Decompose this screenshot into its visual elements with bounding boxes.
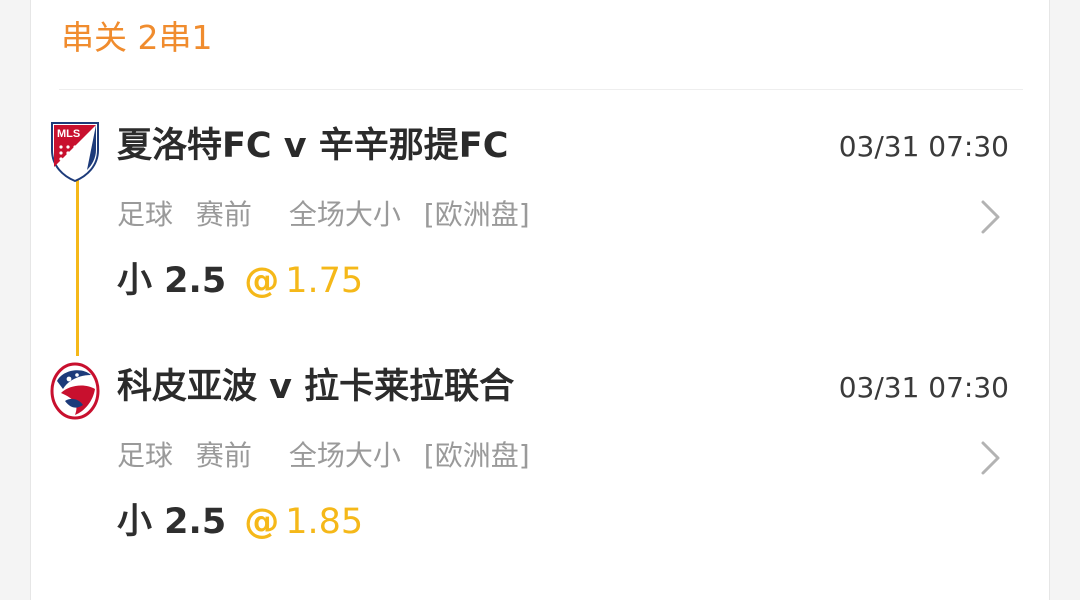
at-symbol: @	[244, 502, 280, 542]
chevron-right-icon[interactable]	[979, 198, 1003, 236]
selection-row: 小 2.5 @1.75	[117, 258, 363, 304]
market-label: 全场大小	[288, 198, 401, 231]
selection-row: 小 2.5 @1.85	[117, 499, 363, 545]
bet-item[interactable]: 科皮亚波 v 拉卡莱拉联合 03/31 07:30 足球 赛前 全场大小 [欧洲…	[31, 359, 1051, 599]
parlay-type-title: 串关 2串1	[61, 18, 213, 57]
chevron-right-icon[interactable]	[979, 439, 1003, 477]
odds-value: 1.75	[285, 261, 364, 301]
stage-label: 赛前	[195, 198, 252, 231]
parlay-card: 串关 2串1 MLS 夏洛特FC v 辛辛那提FC 03/31 07:30 足球…	[30, 0, 1050, 600]
at-symbol: @	[244, 261, 280, 301]
match-title: 夏洛特FC v 辛辛那提FC	[117, 126, 509, 166]
match-time: 03/31 07:30	[838, 130, 1009, 163]
header-divider	[59, 89, 1023, 90]
sport-label: 足球	[117, 439, 174, 472]
mls-logo-icon: MLS	[49, 120, 101, 182]
match-time: 03/31 07:30	[838, 371, 1009, 404]
selection-label: 小 2.5	[117, 502, 227, 542]
market-label: 全场大小	[288, 439, 401, 472]
odds-format-label: [欧洲盘]	[423, 439, 530, 472]
match-title: 科皮亚波 v 拉卡莱拉联合	[117, 367, 515, 407]
bet-item[interactable]: MLS 夏洛特FC v 辛辛那提FC 03/31 07:30 足球 赛前 全场大…	[31, 118, 1051, 358]
odds-format-label: [欧洲盘]	[423, 198, 530, 231]
bet-meta: 足球 赛前 全场大小 [欧洲盘]	[117, 196, 530, 234]
selection-label: 小 2.5	[117, 261, 227, 301]
stage-label: 赛前	[195, 439, 252, 472]
usl-logo-icon	[49, 361, 101, 423]
sport-label: 足球	[117, 198, 174, 231]
svg-text:MLS: MLS	[57, 128, 80, 140]
bet-meta: 足球 赛前 全场大小 [欧洲盘]	[117, 437, 530, 475]
odds-value: 1.85	[285, 502, 364, 542]
